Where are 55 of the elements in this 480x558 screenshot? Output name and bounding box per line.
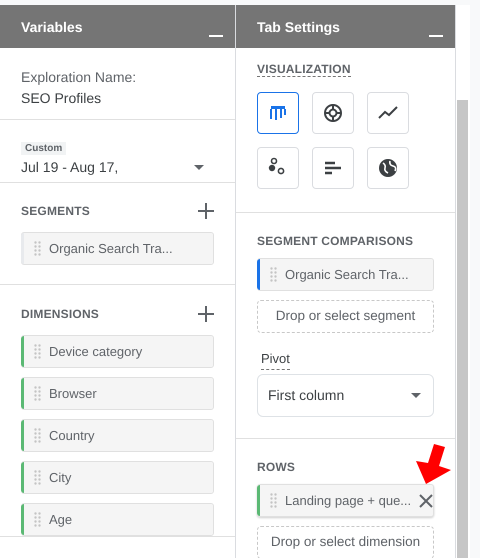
drag-handle-icon bbox=[270, 267, 277, 282]
donut-chart-icon bbox=[321, 101, 345, 125]
field-label: Exploration Name: bbox=[21, 68, 138, 87]
section-title: SEGMENT COMPARISONS bbox=[257, 233, 414, 250]
chip[interactable]: Landing page + que... bbox=[257, 484, 434, 517]
section-title: VISUALIZATION bbox=[257, 62, 351, 77]
chip[interactable]: Organic Search Tra... bbox=[21, 232, 214, 265]
caret-icon bbox=[194, 165, 204, 170]
chip-label: Device category bbox=[49, 342, 144, 361]
chip-label: Country bbox=[49, 426, 96, 445]
drag-handle-icon bbox=[34, 470, 41, 485]
pivot-select[interactable]: First column bbox=[257, 374, 434, 416]
chip-label: Age bbox=[49, 510, 74, 529]
drag-handle-icon bbox=[270, 493, 277, 508]
add-button[interactable] bbox=[198, 203, 214, 219]
date-range-label: Custom bbox=[21, 142, 66, 155]
date-range-dropdown[interactable]: Jul 19 - Aug 17, bbox=[21, 157, 214, 178]
panel-title: Tab Settings bbox=[257, 18, 340, 37]
chip-label: Browser bbox=[49, 384, 98, 403]
annotation-arrow bbox=[414, 444, 452, 484]
drop-zone[interactable]: Drop or select segment bbox=[257, 300, 434, 333]
chip-label: Organic Search Tra... bbox=[49, 240, 174, 258]
plus-icon bbox=[198, 203, 214, 219]
chip[interactable]: Organic Search Tra... bbox=[257, 258, 434, 291]
visualization-option[interactable] bbox=[257, 92, 299, 134]
pivot-value: First column bbox=[268, 386, 344, 404]
caret-icon bbox=[411, 392, 421, 398]
scrollbar-thumb[interactable] bbox=[457, 100, 468, 558]
close-icon bbox=[419, 494, 434, 508]
section-title: SEGMENTS bbox=[21, 203, 90, 220]
chip-label: Landing page + que... bbox=[285, 492, 412, 510]
drop-zone[interactable]: Drop or select dimension bbox=[257, 526, 434, 558]
globe-icon bbox=[376, 156, 400, 180]
plus-icon bbox=[198, 306, 214, 322]
chip[interactable]: City bbox=[21, 461, 214, 494]
drag-handle-icon bbox=[34, 512, 41, 527]
section-title: ROWS bbox=[257, 459, 296, 476]
pivot-label: Pivot bbox=[261, 349, 290, 370]
scrollbar[interactable] bbox=[456, 5, 470, 558]
drag-handle-icon bbox=[34, 428, 41, 443]
drag-handle-icon bbox=[34, 386, 41, 401]
chip-label: City bbox=[49, 468, 72, 487]
chip[interactable]: Country bbox=[21, 419, 214, 452]
remove-button[interactable] bbox=[419, 494, 434, 508]
exploration-name: SEO Profiles bbox=[21, 89, 102, 108]
section-title: DIMENSIONS bbox=[21, 306, 100, 323]
chip-label: Organic Search Tra... bbox=[285, 266, 410, 284]
drag-handle-icon bbox=[34, 241, 41, 256]
panel-title: Variables bbox=[21, 18, 82, 37]
chip[interactable]: Browser bbox=[21, 377, 214, 410]
date-range-value: Jul 19 - Aug 17, bbox=[21, 158, 118, 177]
chip[interactable]: Age bbox=[21, 503, 214, 536]
drag-handle-icon bbox=[34, 344, 41, 359]
chip[interactable]: Device category bbox=[21, 335, 214, 368]
add-button[interactable] bbox=[198, 306, 214, 322]
